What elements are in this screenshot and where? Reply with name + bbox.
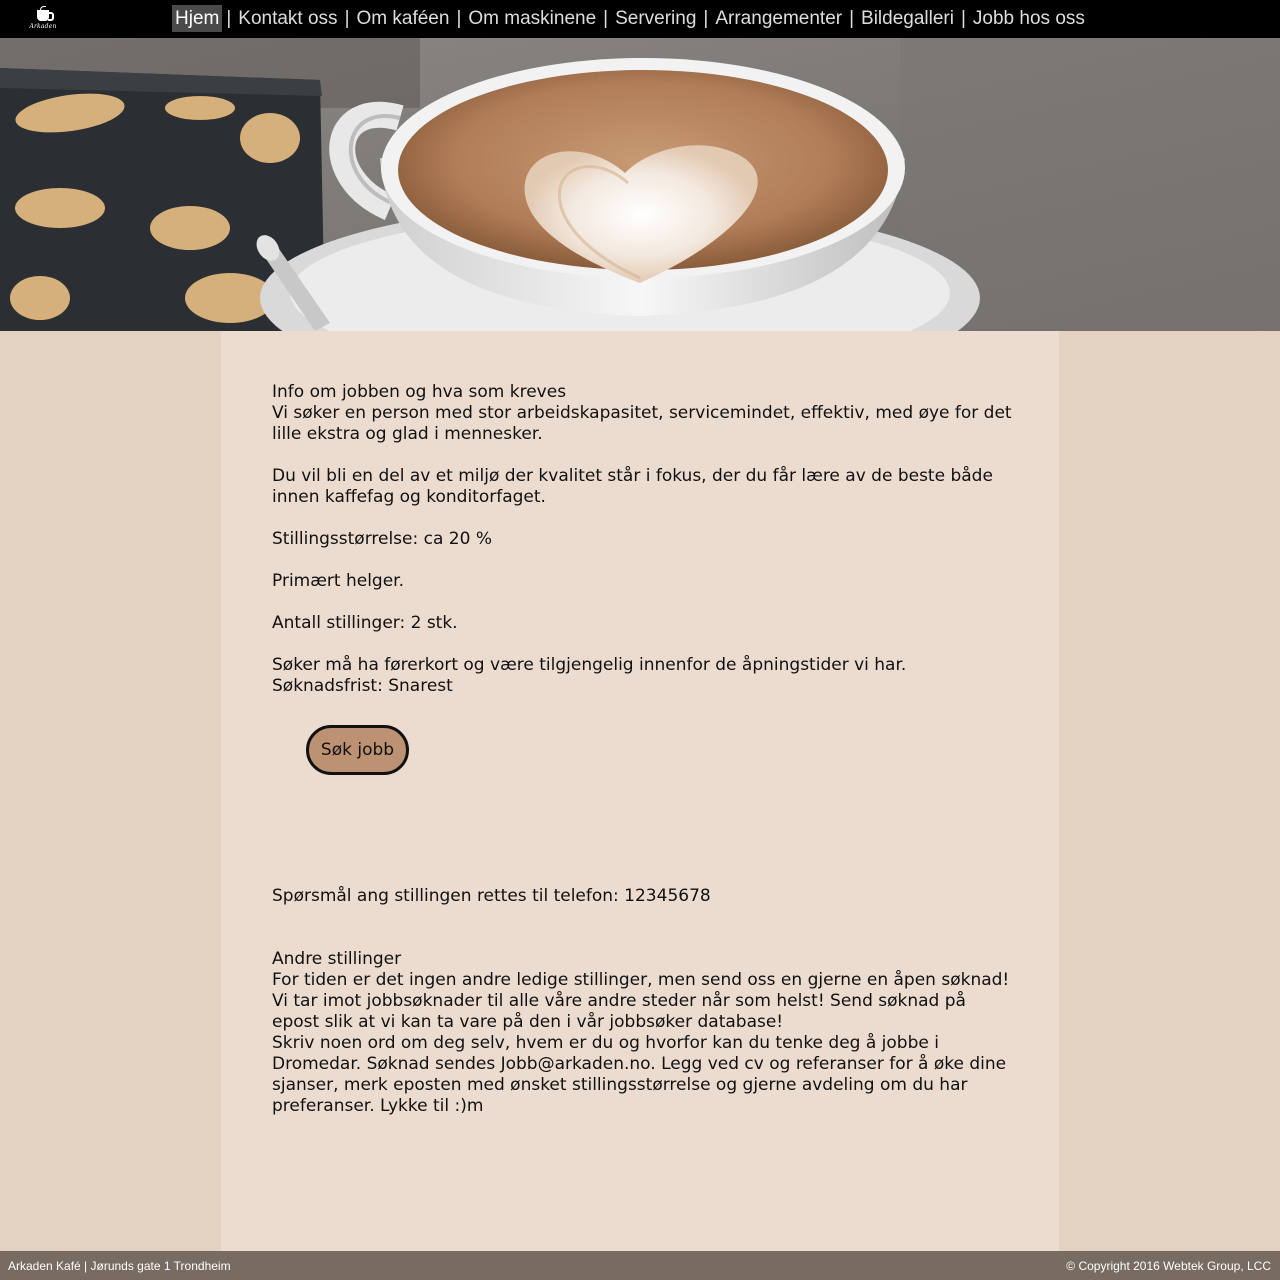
- logo[interactable]: Arkaden: [28, 4, 58, 34]
- coffee-cup-icon: [37, 10, 54, 21]
- footer-copyright: © Copyright 2016 Webtek Group, LCC: [1066, 1259, 1271, 1273]
- footer-address: Arkaden Kafé | Jørunds gate 1 Trondheim: [8, 1259, 231, 1273]
- application-instructions: Skriv noen ord om deg selv, hvem er du o…: [272, 1033, 1007, 1116]
- nav-item-kontakt-oss[interactable]: Kontakt oss: [235, 5, 340, 32]
- requirements-text: Søker må ha førerkort og være tilgjengel…: [272, 655, 907, 675]
- nav-item-arrangementer[interactable]: Arrangementer: [712, 5, 845, 32]
- deadline-text: Søknadsfrist: Snarest: [272, 676, 453, 696]
- other-positions-text: For tiden er det ingen andre ledige stil…: [272, 970, 1010, 1032]
- logo-text: Arkaden: [29, 23, 57, 30]
- nav-separator: |: [456, 7, 462, 29]
- nav-separator: |: [960, 7, 966, 29]
- nav-item-bildegalleri[interactable]: Bildegalleri: [858, 5, 957, 32]
- main-menu: Hjem | Kontakt oss | Om kaféen | Om mask…: [172, 5, 1088, 32]
- nav-separator: |: [703, 7, 709, 29]
- nav-item-servering[interactable]: Servering: [612, 5, 699, 32]
- top-nav: Arkaden Hjem | Kontakt oss | Om kaféen |…: [0, 0, 1280, 38]
- nav-item-jobb-hos-oss[interactable]: Jobb hos oss: [970, 5, 1088, 32]
- positions-count: Antall stillinger: 2 stk.: [272, 613, 458, 633]
- nav-separator: |: [226, 7, 232, 29]
- nav-separator: |: [849, 7, 855, 29]
- job-heading: Info om jobben og hva som kreves: [272, 382, 567, 402]
- environment-text: Du vil bli en del av et miljø der kvalit…: [272, 466, 993, 507]
- footer: Arkaden Kafé | Jørunds gate 1 Trondheim …: [0, 1251, 1280, 1280]
- questions-text: Spørsmål ang stillingen rettes til telef…: [272, 886, 711, 906]
- position-size: Stillingsstørrelse: ca 20 %: [272, 529, 492, 549]
- hero-image: [0, 38, 1280, 331]
- nav-separator: |: [344, 7, 350, 29]
- nav-item-hjem[interactable]: Hjem: [172, 5, 223, 32]
- other-positions-heading: Andre stillinger: [272, 949, 402, 969]
- nav-item-om-kafeen[interactable]: Om kaféen: [354, 5, 453, 32]
- job-description: Vi søker en person med stor arbeidskapas…: [272, 403, 1012, 444]
- nav-separator: |: [603, 7, 609, 29]
- apply-job-button[interactable]: Søk jobb: [306, 725, 409, 775]
- nav-item-om-maskinene[interactable]: Om maskinene: [465, 5, 599, 32]
- primary-text: Primært helger.: [272, 571, 405, 591]
